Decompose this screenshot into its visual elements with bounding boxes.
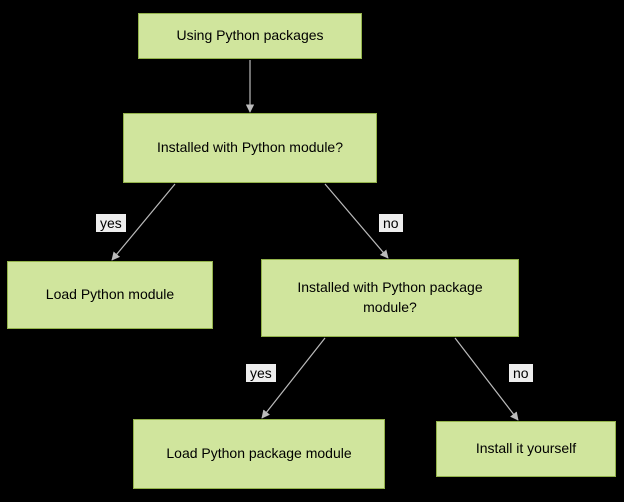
edge-label-q2-no: no <box>509 364 533 382</box>
node-q2: Installed with Python package module? <box>261 259 519 337</box>
node-q1: Installed with Python module? <box>123 113 377 183</box>
node-root: Using Python packages <box>138 13 362 59</box>
edge-label-q1-yes: yes <box>96 214 126 232</box>
node-install-yourself: Install it yourself <box>436 421 616 477</box>
node-load-python-module: Load Python module <box>7 261 213 329</box>
flowchart-canvas: Using Python packages Installed with Pyt… <box>0 0 624 502</box>
node-load-python-package-module: Load Python package module <box>133 419 385 489</box>
edge-label-q2-yes: yes <box>246 364 276 382</box>
edge-label-q1-no: no <box>379 214 403 232</box>
